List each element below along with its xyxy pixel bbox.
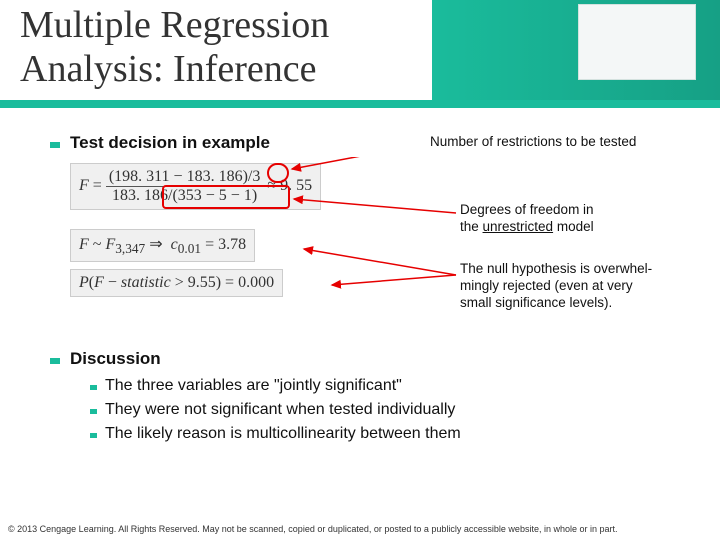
list-item: They were not significant when tested in… bbox=[90, 401, 690, 419]
discussion-list: The three variables are "jointly signifi… bbox=[90, 377, 690, 443]
list-item: The likely reason is multicollinearity b… bbox=[90, 425, 690, 443]
list-item: The three variables are "jointly signifi… bbox=[90, 377, 690, 395]
bullet-icon bbox=[90, 409, 97, 414]
formula-diagram: F = (198. 311 − 183. 186)/3183. 186/(353… bbox=[70, 157, 690, 347]
annotation-num-restrictions: Number of restrictions to be tested bbox=[430, 134, 636, 151]
slide-header: Multiple Regression Analysis: Inference bbox=[0, 0, 720, 115]
annotation-degrees-freedom: Degrees of freedom in the unrestricted m… bbox=[460, 202, 594, 236]
ann-null-line2: mingly rejected (even at very bbox=[460, 278, 633, 293]
section-discussion: Discussion bbox=[50, 349, 690, 369]
list-item-text: The likely reason is multicollinearity b… bbox=[105, 425, 461, 443]
ann-df-line2: the unrestricted model bbox=[460, 219, 594, 234]
bullet-icon bbox=[90, 385, 97, 390]
header-underline bbox=[0, 100, 720, 108]
annotation-null-hypothesis: The null hypothesis is overwhel- mingly … bbox=[460, 261, 652, 312]
slide-content: Test decision in example F = (198. 311 −… bbox=[0, 115, 720, 443]
paper-graphic bbox=[578, 4, 696, 80]
section-heading: Discussion bbox=[70, 349, 161, 369]
list-item-text: The three variables are "jointly signifi… bbox=[105, 377, 402, 395]
title-line-2: Analysis: Inference bbox=[20, 48, 317, 90]
bullet-icon bbox=[50, 142, 60, 148]
slide-title: Multiple Regression Analysis: Inference bbox=[20, 4, 329, 91]
circle-numerator-df bbox=[267, 163, 289, 183]
ann-null-line3: small significance levels). bbox=[460, 295, 612, 310]
formula-p-value: P(F − statistic > 9.55) = 0.000 bbox=[70, 269, 283, 297]
box-denominator-df bbox=[162, 185, 290, 209]
ann-null-line1: The null hypothesis is overwhel- bbox=[460, 261, 652, 276]
bullet-icon bbox=[50, 358, 60, 364]
copyright-footer: © 2013 Cengage Learning. All Rights Rese… bbox=[8, 524, 712, 534]
formula-f-distribution: F ~ F3,347 ⇒ c0.01 = 3.78 bbox=[70, 229, 255, 262]
section-heading: Test decision in example bbox=[70, 133, 270, 153]
ann-df-line1: Degrees of freedom in bbox=[460, 202, 594, 217]
title-line-1: Multiple Regression bbox=[20, 4, 329, 46]
bullet-icon bbox=[90, 433, 97, 438]
list-item-text: They were not significant when tested in… bbox=[105, 401, 455, 419]
